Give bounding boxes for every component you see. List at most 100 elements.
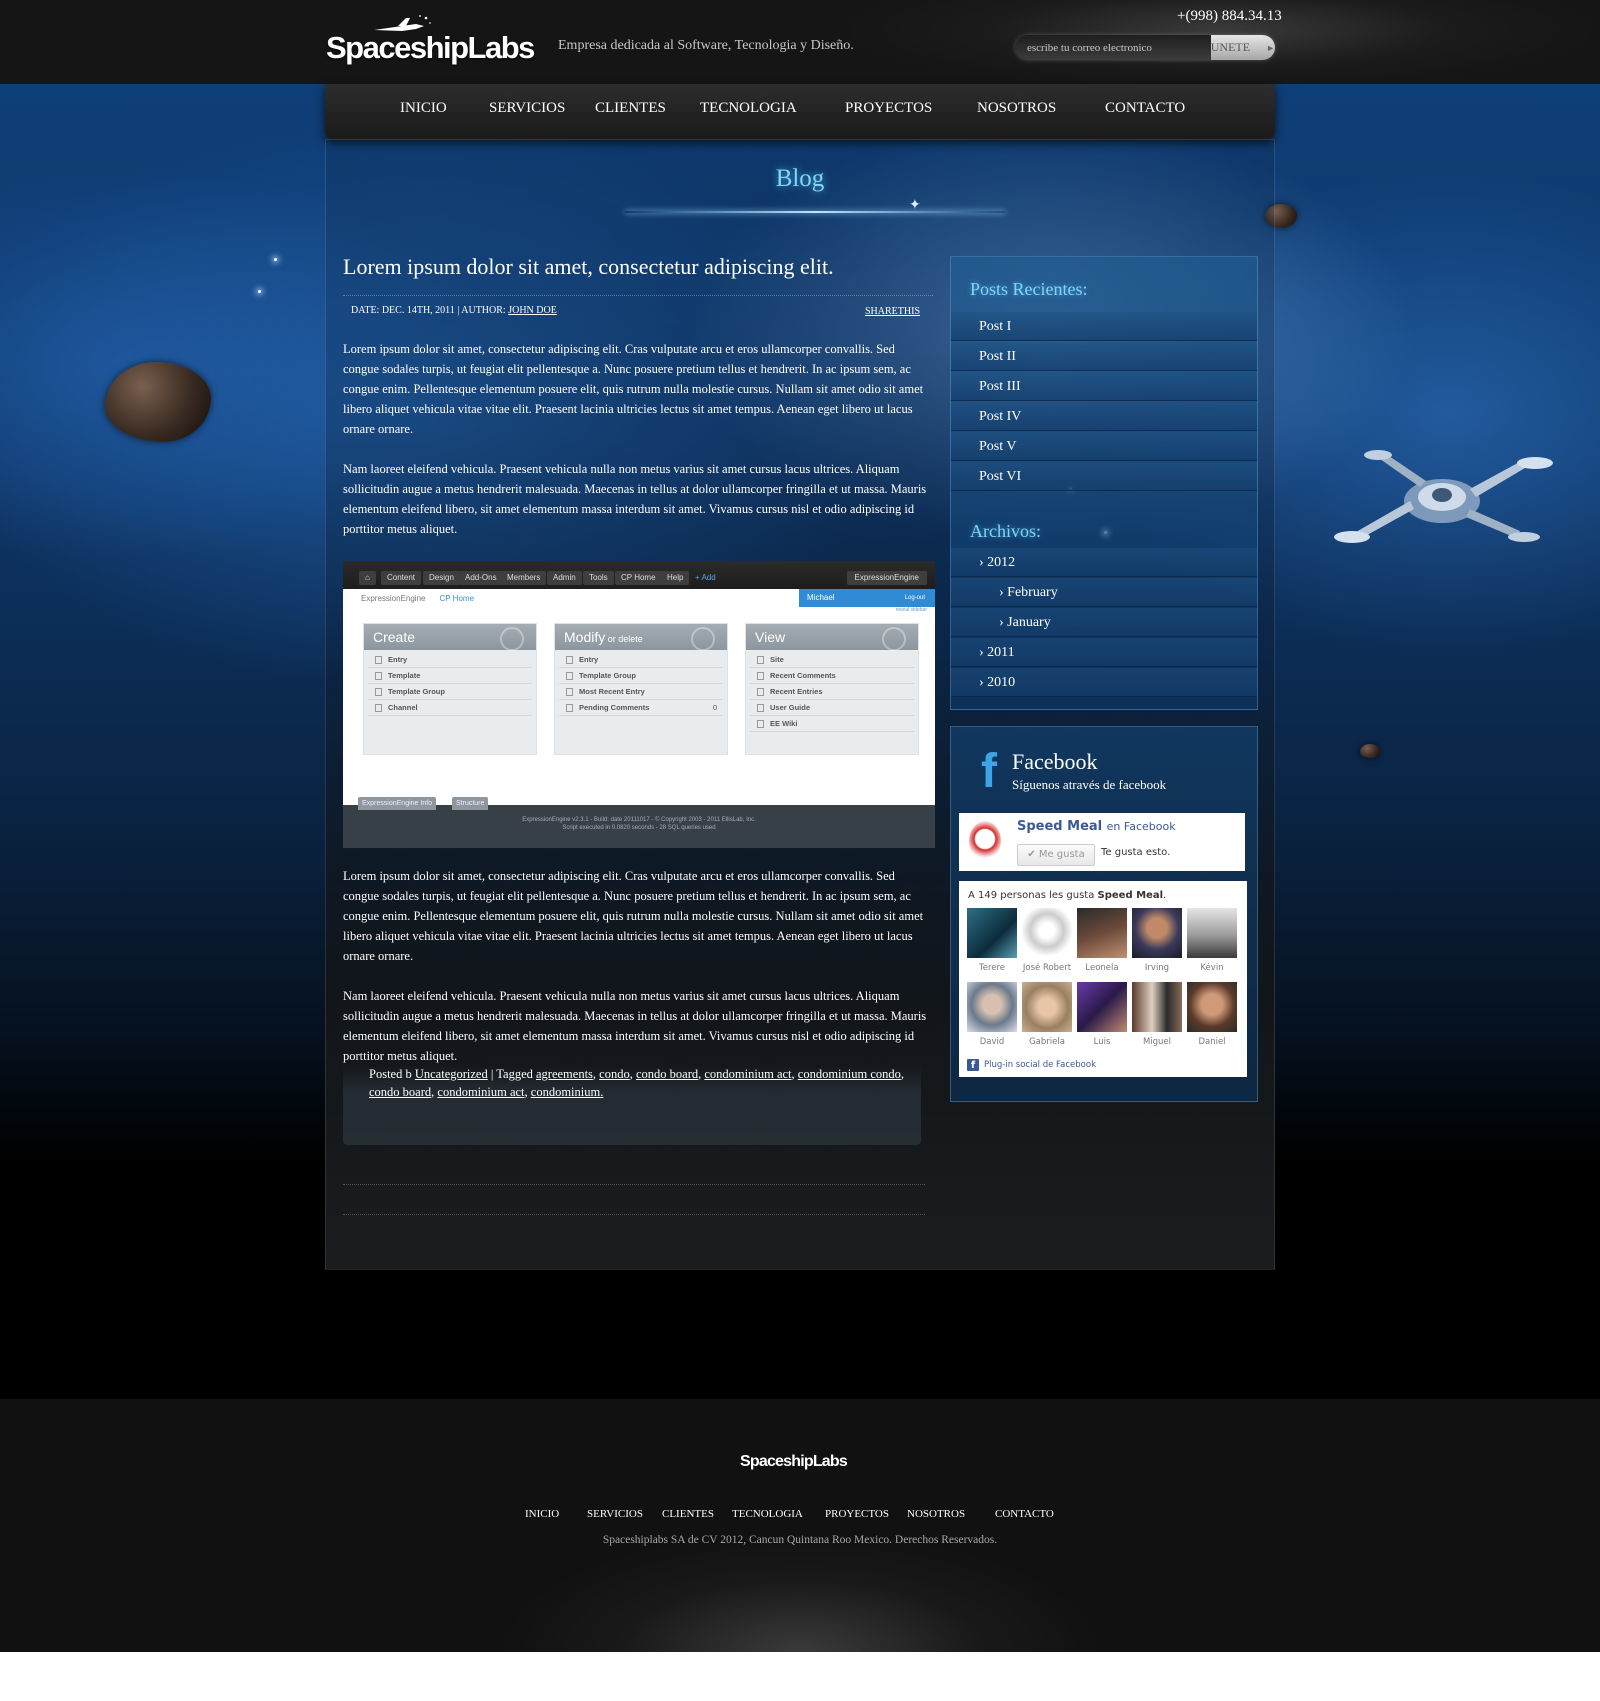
footer-nav-clientes[interactable]: CLIENTES xyxy=(662,1508,714,1520)
recent-post-item[interactable]: Post V xyxy=(951,432,1257,461)
avatar xyxy=(1022,982,1072,1032)
fan-name: Terere xyxy=(978,963,1006,973)
fan-avatar[interactable]: Kévin xyxy=(1187,908,1237,973)
spaceship-illustration xyxy=(1334,450,1553,543)
nav-item-inicio[interactable]: INICIO xyxy=(400,100,447,117)
nav-item-contacto[interactable]: CONTACTO xyxy=(1105,100,1185,117)
author-link[interactable]: JOHN DOE xyxy=(508,305,557,316)
sharethis-link[interactable]: SHARETHIS xyxy=(865,306,920,317)
fan-avatar[interactable]: Irving xyxy=(1132,908,1182,973)
tag-link[interactable]: condo xyxy=(599,1067,630,1081)
fan-avatar[interactable]: Leonela xyxy=(1077,908,1127,973)
tag-link[interactable]: condominium act xyxy=(704,1067,791,1081)
facebook-page-name[interactable]: Speed Meal en Facebook xyxy=(1017,819,1176,834)
fan-name: Miguel xyxy=(1142,1037,1172,1047)
ee-list-item: Entry xyxy=(559,652,723,668)
archive-year-2012[interactable]: › 2012 xyxy=(951,548,1257,577)
page-bottom-margin xyxy=(0,1652,1600,1701)
like-button[interactable]: ✔ Me gusta xyxy=(1017,844,1095,866)
avatar xyxy=(1077,908,1127,958)
fan-avatar[interactable]: David xyxy=(967,982,1017,1047)
home-icon: ⌂ xyxy=(359,571,376,585)
fan-avatar[interactable]: José Robert xyxy=(1022,908,1072,973)
avatar xyxy=(1187,908,1237,958)
ee-tab: Add-Ons xyxy=(459,571,503,585)
recent-posts-title: Posts Recientes: xyxy=(970,279,1088,299)
fan-avatar[interactable]: Gabriela xyxy=(1022,982,1072,1047)
facebook-plugin-link[interactable]: f Plug-in social de Facebook xyxy=(967,1059,1096,1071)
join-button[interactable]: UNETE ► xyxy=(1210,35,1275,60)
footer-nav-inicio[interactable]: INICIO xyxy=(525,1508,559,1520)
post-title[interactable]: Lorem ipsum dolor sit amet, consectetur … xyxy=(343,254,903,280)
ee-view-box: View Site Recent Comments Recent Entries… xyxy=(745,623,919,755)
facebook-small-icon: f xyxy=(967,1059,979,1071)
nav-item-tecnologia[interactable]: TECNOLOGIA xyxy=(700,100,797,117)
ee-list-item: Site xyxy=(750,652,914,668)
recent-post-item[interactable]: Post VI xyxy=(951,462,1257,491)
like-button-label: Me gusta xyxy=(1038,849,1085,860)
facebook-widget: f Facebook Síguenos através de facebook … xyxy=(950,726,1258,1102)
tag-link[interactable]: condominium condo xyxy=(798,1067,901,1081)
fan-avatar[interactable]: Miguel xyxy=(1132,982,1182,1047)
site-logo[interactable]: SpaceshipLabs xyxy=(326,14,535,65)
fan-avatar[interactable]: Daniel xyxy=(1187,982,1237,1047)
tag-link[interactable]: condominium. xyxy=(531,1085,604,1099)
ee-copyright-line: Script executed in 0.0820 seconds - 28 S… xyxy=(562,825,716,831)
fan-name: Luis xyxy=(1093,1037,1111,1047)
sparkle-icon: ✦ xyxy=(909,196,921,212)
footer-nav-servicios[interactable]: SERVICIOS xyxy=(587,1508,643,1520)
footer-nav-contacto[interactable]: CONTACTO xyxy=(995,1508,1054,1520)
ee-box-title: Modify xyxy=(564,629,606,645)
tag-link[interactable]: condo board xyxy=(369,1085,431,1099)
fan-name: Irving xyxy=(1144,963,1170,973)
ee-pending-count: 0 xyxy=(712,703,717,712)
title-divider xyxy=(625,211,1005,213)
archive-month-january[interactable]: › January xyxy=(951,608,1257,637)
tag-link[interactable]: agreements xyxy=(536,1067,593,1081)
magnifier-icon xyxy=(882,627,906,651)
email-input[interactable] xyxy=(1015,35,1211,60)
recent-post-item[interactable]: Post II xyxy=(951,342,1257,371)
phone-number: +(998) 884.34.13 xyxy=(1177,8,1282,24)
ee-list-item: Most Recent Entry xyxy=(559,684,723,700)
fan-avatar[interactable]: Terere xyxy=(967,908,1017,973)
recent-post-item[interactable]: Post III xyxy=(951,372,1257,401)
ee-list-item: Channel xyxy=(368,700,532,716)
nav-item-nosotros[interactable]: NOSOTROS xyxy=(977,100,1056,117)
post-meta: DATE: DEC. 14TH, 2011 | AUTHOR: JOHN DOE xyxy=(351,305,557,316)
tag-link[interactable]: condo board xyxy=(636,1067,698,1081)
archive-year-2010[interactable]: › 2010 xyxy=(951,668,1257,697)
archive-year-2011[interactable]: › 2011 xyxy=(951,638,1257,667)
post-tags: Posted b Uncategorized | Tagged agreemen… xyxy=(343,1065,921,1145)
page-name-text: Speed Meal xyxy=(1017,819,1103,834)
nav-item-clientes[interactable]: CLIENTES xyxy=(595,100,666,117)
footer-nav-proyectos[interactable]: PROYECTOS xyxy=(825,1508,889,1520)
avatar xyxy=(1132,982,1182,1032)
ee-list-item: Pending Comments 0 xyxy=(559,700,723,716)
fan-count-page: Speed Meal xyxy=(1097,890,1164,901)
archive-month-february[interactable]: › February xyxy=(951,578,1257,607)
fan-name: Gabriela xyxy=(1029,1037,1065,1047)
nav-item-servicios[interactable]: SERVICIOS xyxy=(489,100,565,117)
footer-copyright: Spaceshiplabs SA de CV 2012, Cancun Quin… xyxy=(602,1534,998,1546)
ee-logout: Log-out xyxy=(904,595,925,601)
posted-prefix: Posted b xyxy=(369,1067,415,1081)
ee-copyright: ExpressionEngine v2.3.1 - Build: date 20… xyxy=(343,816,935,832)
tag-link[interactable]: condominium act xyxy=(437,1085,524,1099)
speed-meal-logo xyxy=(969,821,1001,861)
category-link[interactable]: Uncategorized xyxy=(415,1067,488,1081)
ee-tab: Admin xyxy=(547,571,582,585)
recent-post-item[interactable]: Post I xyxy=(951,312,1257,341)
recent-post-item[interactable]: Post IV xyxy=(951,402,1257,431)
footer-nav-tecnologia[interactable]: TECNOLOGIA xyxy=(732,1508,803,1520)
likes-this-text: Te gusta esto. xyxy=(1101,847,1171,858)
fan-avatar[interactable]: Luis xyxy=(1077,982,1127,1047)
fan-count-suffix: . xyxy=(1163,890,1167,901)
nav-item-proyectos[interactable]: PROYECTOS xyxy=(845,100,932,117)
facebook-subtitle: Síguenos através de facebook xyxy=(1012,777,1167,792)
footer-nav-nosotros[interactable]: NOSOTROS xyxy=(907,1508,965,1520)
footer-logo[interactable]: SpaceshipLabs xyxy=(740,1453,848,1471)
check-icon: ✔ xyxy=(1027,849,1036,860)
facebook-f-icon: f xyxy=(981,745,997,798)
meta-divider xyxy=(343,295,933,296)
